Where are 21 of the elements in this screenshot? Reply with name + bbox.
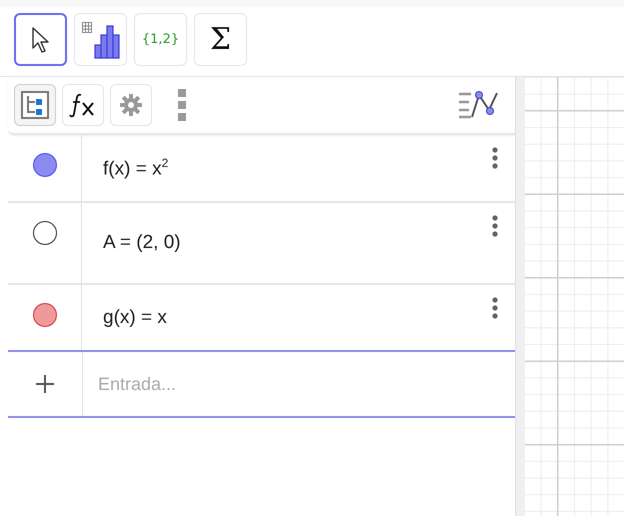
more-icon[interactable] — [178, 89, 186, 121]
tree-view-icon — [20, 90, 50, 120]
bar-chart-icon — [80, 20, 120, 58]
more-icon[interactable] — [492, 297, 498, 319]
algebra-expression[interactable]: A = (2, 0) — [103, 232, 181, 254]
gear-icon — [119, 93, 143, 117]
more-icon[interactable] — [492, 215, 498, 237]
algebra-expression[interactable]: g(x) = x — [103, 307, 167, 329]
chart-tool-button[interactable] — [74, 13, 127, 66]
visibility-toggle[interactable] — [32, 153, 56, 177]
plus-icon[interactable] — [35, 374, 55, 394]
move-tool-button[interactable] — [14, 13, 67, 66]
settings-button[interactable] — [110, 84, 152, 126]
more-icon[interactable] — [492, 147, 498, 169]
function-button[interactable] — [62, 84, 104, 126]
visibility-toggle[interactable] — [32, 221, 56, 245]
pointer-icon — [30, 26, 52, 54]
algebra-expression[interactable]: f(x) = x$^{2}$ — [103, 156, 168, 180]
visibility-toggle[interactable] — [32, 303, 56, 327]
tree-view-button[interactable] — [14, 84, 56, 126]
sum-tool-button[interactable]: Σ — [194, 13, 247, 66]
